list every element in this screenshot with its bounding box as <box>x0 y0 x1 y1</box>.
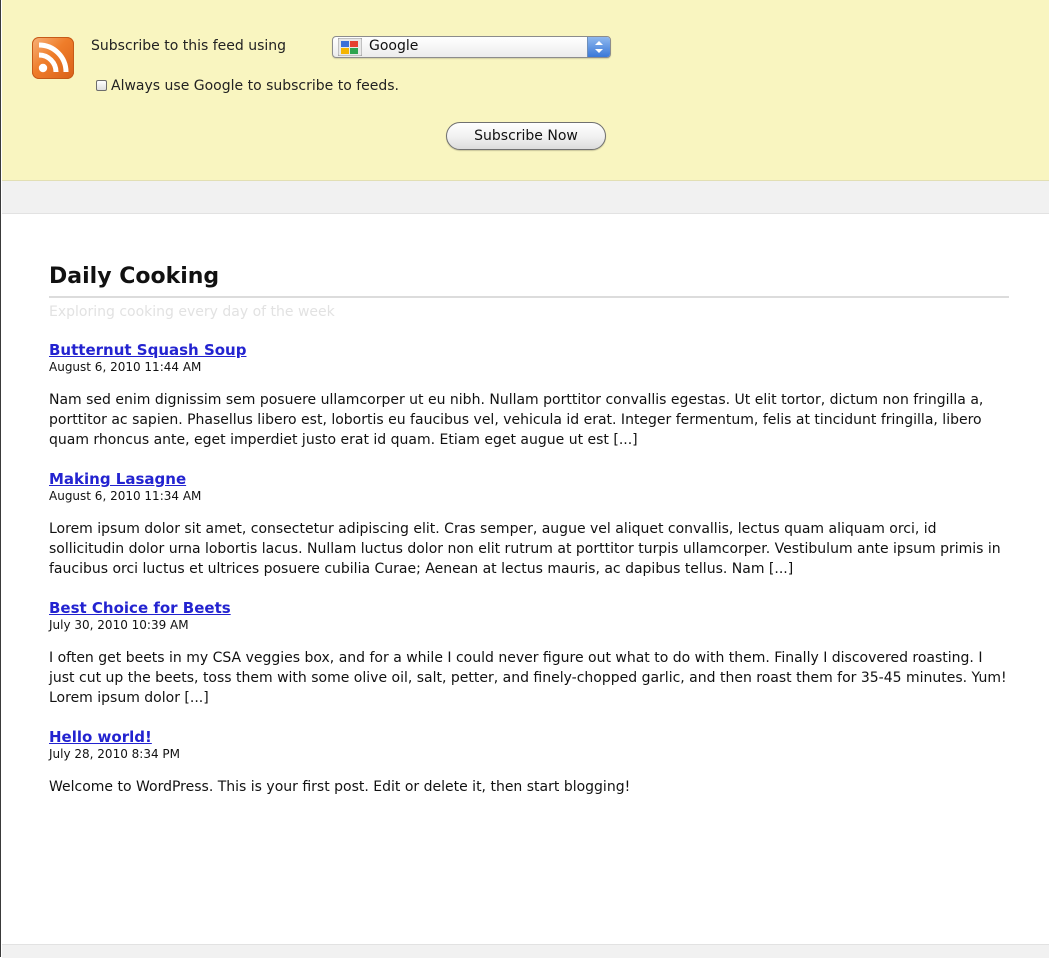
subscribe-using-label: Subscribe to this feed using <box>91 38 287 54</box>
panel-divider <box>2 181 1049 214</box>
subscribe-now-button[interactable]: Subscribe Now <box>446 122 606 150</box>
feed-entry: Hello world! July 28, 2010 8:34 PM Welco… <box>49 727 1009 797</box>
page-footer-band <box>2 944 1049 958</box>
subscribe-panel: Subscribe to this feed using Google Alwa… <box>2 0 1049 181</box>
feed-title: Daily Cooking <box>49 262 1009 298</box>
always-use-row[interactable]: Always use Google to subscribe to feeds. <box>96 78 399 94</box>
entry-summary: Welcome to WordPress. This is your first… <box>49 779 631 795</box>
entry-title-link[interactable]: Butternut Squash Soup <box>49 341 246 359</box>
always-use-label: Always use Google to subscribe to feeds. <box>111 78 400 94</box>
feed-entry: Best Choice for Beets July 30, 2010 10:3… <box>49 598 1009 708</box>
always-use-checkbox[interactable] <box>96 80 107 91</box>
entry-date: July 30, 2010 10:39 AM <box>49 618 189 632</box>
selected-reader-value: Google <box>369 38 419 54</box>
feed-preview-page: Subscribe to this feed using Google Alwa… <box>0 0 1049 958</box>
feed-entry: Making Lasagne August 6, 2010 11:34 AM L… <box>49 469 1009 579</box>
entry-title-link[interactable]: Hello world! <box>49 728 152 746</box>
entry-date: July 28, 2010 8:34 PM <box>49 747 180 761</box>
entry-summary: Nam sed enim dignissim sem posuere ullam… <box>49 392 984 448</box>
google-logo-icon <box>337 37 363 57</box>
feed-reader-select[interactable]: Google <box>332 36 611 58</box>
rss-feed-icon <box>32 37 74 79</box>
entry-date: August 6, 2010 11:44 AM <box>49 360 202 374</box>
select-arrows-icon[interactable] <box>587 37 610 57</box>
entry-date: August 6, 2010 11:34 AM <box>49 489 202 503</box>
entry-title-link[interactable]: Making Lasagne <box>49 470 186 488</box>
feed-content: Daily Cooking Exploring cooking every da… <box>49 262 1009 797</box>
feed-entry: Butternut Squash Soup August 6, 2010 11:… <box>49 340 1009 450</box>
entry-title-link[interactable]: Best Choice for Beets <box>49 599 231 617</box>
feed-subtitle: Exploring cooking every day of the week <box>49 304 335 320</box>
entry-summary: I often get beets in my CSA veggies box,… <box>49 650 1007 706</box>
entry-summary: Lorem ipsum dolor sit amet, consectetur … <box>49 521 1001 577</box>
